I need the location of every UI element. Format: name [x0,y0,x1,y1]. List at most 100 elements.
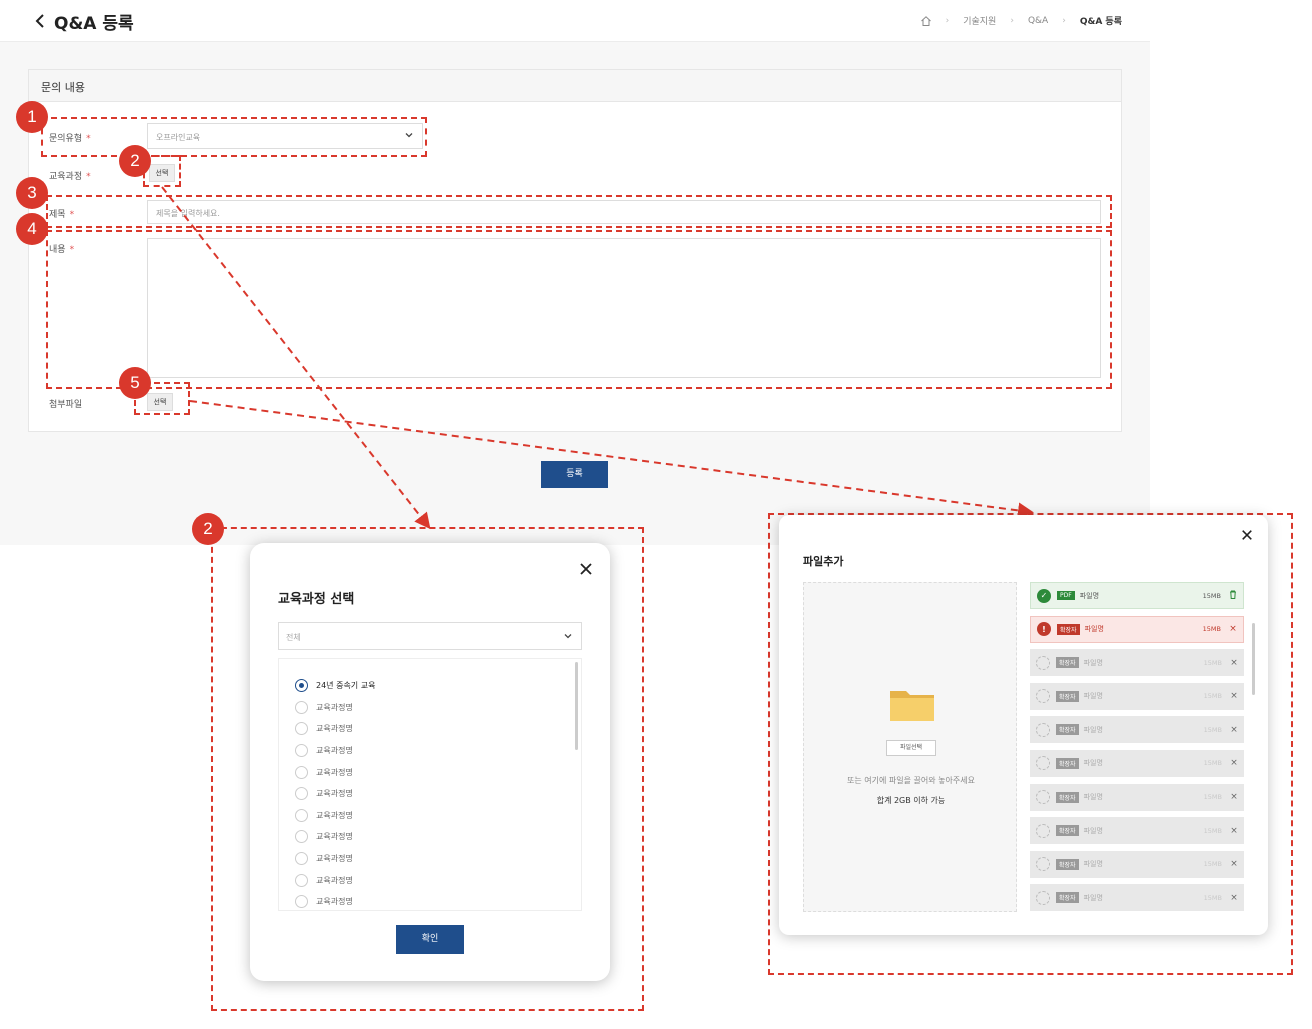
radio-button[interactable] [295,830,308,844]
file-row: 확장자 파일명 15MB × [1030,783,1244,811]
course-option-label: 교육과정명 [316,810,353,820]
course-label-text: 교육과정 [49,172,83,182]
annotated-screen: Q&A 등록 › 기술지원 › Q&A › Q&A 등록 문의 내용 문의유형 *… [0,0,1312,1029]
close-icon[interactable]: × [1230,893,1238,903]
file-extension-badge: 확장자 [1056,825,1079,837]
close-icon[interactable]: × [1229,624,1237,634]
file-size: 15MB [1203,793,1222,802]
file-name: 파일명 [1083,692,1103,701]
chevron-right-icon: › [1062,15,1066,26]
file-row: 확장자 파일명 15MB × [1030,749,1244,777]
course-items: 24년 중속기 교육 교육과정명 교육과정명 교육과정명 교육과정명 교육과정명 교육과정명… [295,675,375,910]
course-option[interactable]: 교육과정명 [295,891,375,910]
file-size: 15MB [1203,759,1222,768]
course-filter-select[interactable]: 전체 [278,622,582,650]
file-row: 확장자 파일명 15MB × [1030,817,1244,845]
confirm-button[interactable]: 확인 [396,925,464,954]
course-option[interactable]: 교육과정명 [295,869,375,891]
course-option[interactable]: 교육과정명 [295,826,375,848]
annotation-box-3 [46,195,1112,228]
file-row: 확장자 파일명 15MB × [1030,884,1244,912]
file-add-modal: 파일추가 파일선택 또는 여기에 파일을 끌어와 놓아주세요 합계 2GB 이하… [779,515,1268,935]
course-option[interactable]: 교육과정명 [295,740,375,762]
marker-2: 2 [119,145,151,177]
size-limit-note: 합계 2GB 이하 가능 [876,796,946,805]
radio-button[interactable] [295,852,308,866]
radio-button[interactable] [295,895,308,909]
close-icon[interactable]: × [1230,792,1238,802]
breadcrumb-current: Q&A 등록 [1079,17,1122,27]
course-option[interactable]: 교육과정명 [295,697,375,719]
attachment-label-text: 첨부파일 [49,400,83,410]
scrollbar[interactable] [575,662,578,750]
file-size: 15MB [1203,893,1222,902]
close-icon[interactable]: × [1230,859,1238,869]
radio-button[interactable] [295,765,308,779]
course-option[interactable]: 교육과정명 [295,783,375,805]
course-option[interactable]: 교육과정명 [295,761,375,783]
file-extension-badge: 확장자 [1056,757,1079,769]
close-icon[interactable]: × [1230,691,1238,701]
back-arrow-icon[interactable] [33,12,47,30]
chevron-down-icon [564,634,572,639]
breadcrumb-item[interactable]: Q&A [1028,16,1048,26]
folder-icon [890,691,934,721]
submit-button[interactable]: 등록 [541,461,608,488]
course-filter-value: 전체 [286,633,301,642]
file-row: 확장자 파일명 15MB × [1030,850,1244,878]
file-extension-badge: PDF [1057,591,1075,600]
file-drop-zone[interactable]: 파일선택 또는 여기에 파일을 끌어와 놓아주세요 합계 2GB 이하 가능 [803,582,1017,912]
close-icon[interactable]: × [1230,658,1238,668]
close-icon[interactable] [1241,529,1253,541]
file-list: ✓ PDF 파일명 15MB! 확장자 파일명 15MB × 확장자 파일명 15MB × 확장자 파일명… [1030,582,1244,918]
course-option[interactable]: 24년 중속기 교육 [295,675,375,697]
course-list: 24년 중속기 교육 교육과정명 교육과정명 교육과정명 교육과정명 교육과정명 교육과정명… [278,658,582,911]
drop-hint: 또는 여기에 파일을 끌어와 놓아주세요 [847,776,975,785]
home-icon[interactable] [920,15,932,27]
file-extension-badge: 확장자 [1056,724,1079,736]
loading-icon [1036,722,1050,737]
radio-button[interactable] [295,808,308,822]
course-option[interactable]: 교육과정명 [295,848,375,870]
course-option-label: 교육과정명 [316,789,353,799]
close-icon[interactable]: × [1230,758,1238,768]
annotation-box-4 [46,230,1112,389]
radio-button[interactable] [295,787,308,801]
radio-button[interactable] [295,873,308,887]
marker-1: 1 [16,101,48,133]
file-name: 파일명 [1083,793,1103,802]
file-row: 확장자 파일명 15MB × [1030,649,1244,677]
course-option-label: 교육과정명 [316,832,353,842]
file-name: 파일명 [1083,725,1103,734]
file-size: 15MB [1202,625,1221,634]
file-extension-badge: 확장자 [1056,892,1079,904]
course-option[interactable]: 교육과정명 [295,718,375,740]
trash-icon[interactable] [1229,590,1237,602]
chevron-right-icon: › [945,15,950,26]
close-icon[interactable]: × [1230,826,1238,836]
file-row: ✓ PDF 파일명 15MB [1030,582,1244,609]
file-name: 파일명 [1083,860,1103,869]
course-option-label: 교육과정명 [316,897,353,907]
course-option-label: 교육과정명 [316,724,353,734]
loading-icon [1036,890,1050,905]
loading-icon [1036,823,1050,838]
radio-button[interactable] [295,722,308,736]
close-icon[interactable]: × [1230,725,1238,735]
breadcrumb-item[interactable]: 기술지원 [963,14,996,27]
page-title: Q&A 등록 [54,14,134,34]
file-size: 15MB [1203,725,1222,734]
radio-button[interactable] [295,700,308,714]
marker-5: 5 [119,367,151,399]
choose-file-button[interactable]: 파일선택 [886,740,936,756]
file-size: 15MB [1203,658,1222,667]
radio-button[interactable] [295,744,308,758]
scrollbar[interactable] [1252,623,1255,695]
file-row: 확장자 파일명 15MB × [1030,682,1244,710]
modal-title: 교육과정 선택 [278,592,355,607]
file-row: 확장자 파일명 15MB × [1030,716,1244,744]
close-icon[interactable] [579,562,593,576]
radio-button[interactable] [295,679,308,693]
marker-4: 4 [16,213,48,245]
course-option[interactable]: 교육과정명 [295,805,375,827]
